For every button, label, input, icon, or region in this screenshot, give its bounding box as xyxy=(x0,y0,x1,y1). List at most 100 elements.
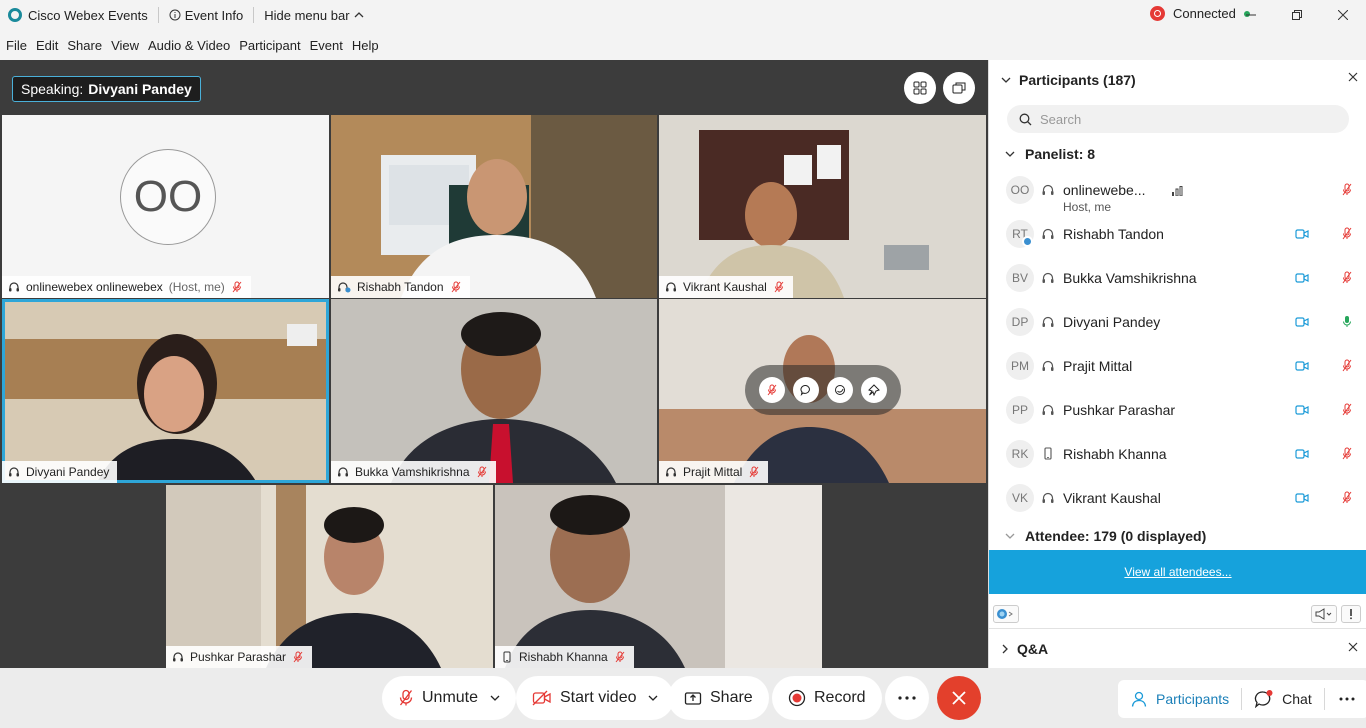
headset-icon xyxy=(338,467,348,477)
qa-panel-header[interactable]: Q&A xyxy=(989,628,1366,668)
participants-panel-header[interactable]: Participants (187) xyxy=(989,60,1366,100)
tile-name: Pushkar Parashar xyxy=(190,650,287,664)
pop-out-button[interactable] xyxy=(943,72,975,104)
avatar: OO xyxy=(120,149,216,245)
participant-name: Prajit Mittal xyxy=(1063,358,1133,374)
record-button[interactable]: Record xyxy=(772,676,882,720)
start-video-label: Start video xyxy=(560,689,637,706)
chevron-down-icon xyxy=(1001,77,1011,83)
event-info-button[interactable]: Event Info xyxy=(169,8,243,23)
menu-edit[interactable]: Edit xyxy=(36,38,58,53)
restore-icon xyxy=(1292,10,1302,20)
share-button[interactable]: Share xyxy=(668,676,769,720)
participants-panel-button[interactable]: Participants xyxy=(1118,680,1241,718)
video-tile-divyani-pandey[interactable]: Divyani Pandey xyxy=(2,299,329,483)
mic-muted-icon xyxy=(232,281,242,293)
speaking-prefix: Speaking: xyxy=(21,81,84,97)
chat-bubble-icon xyxy=(1255,690,1273,708)
more-options-button[interactable] xyxy=(885,676,929,720)
menu-event[interactable]: Event xyxy=(310,38,343,53)
close-qa-button[interactable] xyxy=(1348,642,1358,652)
restore-button[interactable] xyxy=(1274,0,1320,30)
alert-button[interactable] xyxy=(1341,605,1361,623)
menu-view[interactable]: View xyxy=(111,38,139,53)
chat-panel-button[interactable]: Chat xyxy=(1242,680,1324,718)
tile-name: onlinewebex onlinewebex xyxy=(26,280,163,294)
close-participants-button[interactable] xyxy=(1348,72,1358,82)
avatar: PM xyxy=(1006,352,1034,380)
video-tile-pushkar-parashar[interactable]: Pushkar Parashar xyxy=(166,485,493,668)
attendee-section-header[interactable]: Attendee: 179 (0 displayed) xyxy=(989,524,1366,548)
mic-muted-icon xyxy=(749,466,759,478)
mic-muted-icon xyxy=(451,281,460,293)
view-all-attendees-link[interactable]: View all attendees... xyxy=(1124,565,1231,579)
layout-grid-button[interactable] xyxy=(904,72,936,104)
participant-row[interactable]: DP Divyani Pandey xyxy=(989,302,1366,346)
recording-status-icon xyxy=(1150,6,1165,21)
avatar: BV xyxy=(1006,264,1034,292)
video-stage: Speaking: Divyani Pandey OO onlinewebex … xyxy=(0,60,988,668)
tile-chat-button[interactable] xyxy=(793,377,819,403)
menu-participant[interactable]: Participant xyxy=(239,38,300,53)
more-panels-button[interactable] xyxy=(1325,680,1366,718)
close-window-button[interactable] xyxy=(1320,0,1366,30)
start-video-button[interactable]: Start video xyxy=(516,676,675,720)
panel-toolbar xyxy=(989,601,1366,627)
video-feed-image xyxy=(659,115,986,298)
video-off-icon xyxy=(532,690,551,706)
headset-icon xyxy=(173,652,183,662)
participant-row[interactable]: PM Prajit Mittal xyxy=(989,346,1366,390)
tile-mute-button[interactable] xyxy=(759,377,785,403)
view-all-attendees-banner: View all attendees... xyxy=(989,550,1366,594)
hide-menu-bar-label: Hide menu bar xyxy=(264,7,350,23)
tile-name-label: onlinewebex onlinewebex (Host, me) xyxy=(2,276,251,298)
tile-pin-button[interactable] xyxy=(861,377,887,403)
hide-menu-bar-button[interactable]: Hide menu bar xyxy=(264,8,363,23)
video-camera-icon xyxy=(1295,361,1309,371)
menu-file[interactable]: File xyxy=(6,38,27,53)
pin-icon xyxy=(868,384,880,396)
speaking-indicator: Speaking: Divyani Pandey xyxy=(12,76,201,102)
chevron-down-icon xyxy=(1005,533,1015,539)
participant-row[interactable]: RT Rishabh Tandon xyxy=(989,214,1366,258)
video-tile-host[interactable]: OO onlinewebex onlinewebex (Host, me) xyxy=(2,115,329,298)
unmute-button[interactable]: Unmute xyxy=(382,676,517,720)
video-tile-vikrant-kaushal[interactable]: Vikrant Kaushal xyxy=(659,115,986,298)
headset-icon xyxy=(338,282,351,293)
more-dots-icon xyxy=(1339,697,1355,701)
tile-sticker-button[interactable] xyxy=(827,377,853,403)
tile-name-label: Divyani Pandey xyxy=(2,461,118,483)
participant-row[interactable]: RK Rishabh Khanna xyxy=(989,434,1366,478)
video-feed-image xyxy=(166,485,493,668)
search-icon xyxy=(1019,113,1032,125)
record-label: Record xyxy=(814,689,866,706)
video-tile-rishabh-tandon[interactable]: Rishabh Tandon xyxy=(331,115,657,298)
participant-row[interactable]: PP Pushkar Parashar xyxy=(989,390,1366,434)
menu-share[interactable]: Share xyxy=(67,38,102,53)
menu-help[interactable]: Help xyxy=(352,38,379,53)
leave-meeting-button[interactable] xyxy=(937,676,981,720)
presence-status-icon xyxy=(1022,236,1033,247)
grid-layout-icon xyxy=(913,81,927,95)
headset-icon xyxy=(9,467,19,477)
minimize-button[interactable] xyxy=(1228,0,1274,30)
video-tile-rishabh-khanna[interactable]: Rishabh Khanna xyxy=(495,485,822,668)
panelist-section-header[interactable]: Panelist: 8 xyxy=(989,142,1366,166)
participant-row-host[interactable]: OO onlinewebe... Host, me xyxy=(989,170,1366,214)
presence-globe-icon xyxy=(997,609,1013,619)
video-tile-prajit-mittal[interactable]: Prajit Mittal xyxy=(659,299,986,483)
close-icon xyxy=(1338,10,1348,20)
video-tile-bukka-vamshikrishna[interactable]: Bukka Vamshikrishna xyxy=(331,299,657,483)
participants-button-label: Participants xyxy=(1156,691,1230,707)
megaphone-icon xyxy=(1315,608,1332,620)
tile-name-label: Prajit Mittal xyxy=(659,461,769,483)
menu-audio-video[interactable]: Audio & Video xyxy=(148,38,230,53)
search-input[interactable] xyxy=(1040,111,1330,127)
participant-row[interactable]: BV Bukka Vamshikrishna xyxy=(989,258,1366,302)
participant-row[interactable]: VK Vikrant Kaushal xyxy=(989,478,1366,522)
video-camera-icon xyxy=(1295,405,1309,415)
announce-button[interactable] xyxy=(1311,605,1337,623)
avatar: RK xyxy=(1006,440,1034,468)
mic-muted-icon xyxy=(1342,403,1352,416)
status-menu-button[interactable] xyxy=(993,605,1019,623)
